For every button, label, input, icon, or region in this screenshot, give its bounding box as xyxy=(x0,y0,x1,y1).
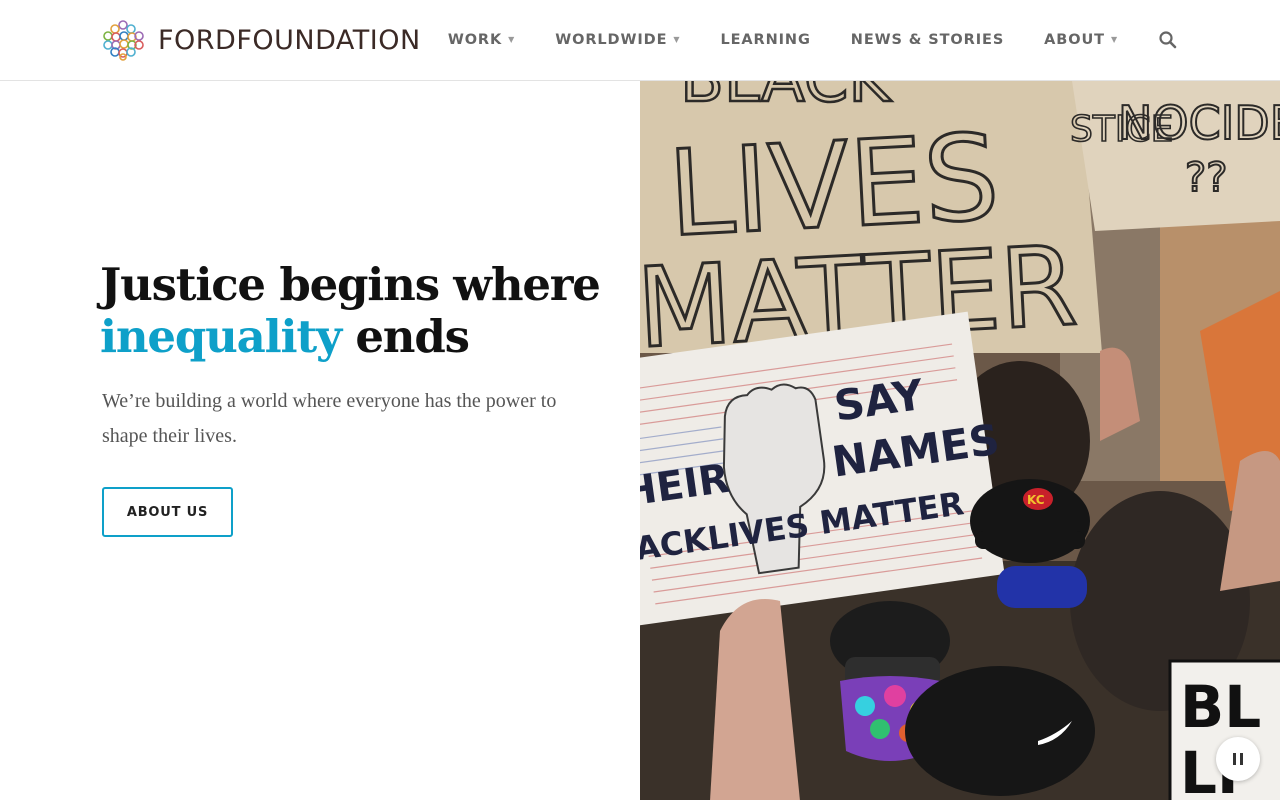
ford-foundation-logo[interactable]: FORDFOUNDATION xyxy=(102,19,421,61)
nav-item-work[interactable]: WORK ▼ xyxy=(448,32,515,48)
caret-down-icon: ▼ xyxy=(1110,34,1118,44)
search-icon[interactable] xyxy=(1158,30,1178,50)
caret-down-icon: ▼ xyxy=(508,34,516,44)
pause-video-button[interactable] xyxy=(1216,737,1260,781)
hero-headline: Justice begins where inequality ends xyxy=(100,258,601,363)
nav-item-label: NEWS & STORIES xyxy=(850,32,1005,48)
sign-corner-genocide: NOCIDE xyxy=(1118,96,1280,150)
headline-part1: Justice begins where xyxy=(100,258,601,311)
nav-item-worldwide[interactable]: WORLDWIDE ▼ xyxy=(555,32,680,48)
brand-name-light: FOUNDATION xyxy=(236,24,421,56)
headline-part2: ends xyxy=(355,310,470,363)
nav-item-label: WORK xyxy=(447,32,503,48)
brand-wordmark: FORDFOUNDATION xyxy=(158,27,421,54)
site-header: FORDFOUNDATION WORK ▼ WORLDWIDE ▼ LEARNI… xyxy=(0,0,1280,81)
pause-icon-bar xyxy=(1240,753,1243,765)
nav-item-label: LEARNING xyxy=(720,32,811,48)
sign-corner-question: ?? xyxy=(1185,155,1227,201)
pause-icon xyxy=(1233,753,1236,765)
caret-down-icon: ▼ xyxy=(673,34,681,44)
headline-accent: inequality xyxy=(100,310,342,363)
protest-photo: BLACK LIVES MATTER STICE NOCIDE ?? xyxy=(640,81,1280,800)
nav-item-about[interactable]: ABOUT ▼ xyxy=(1044,32,1118,48)
hero-text-panel: Justice begins where inequality ends We’… xyxy=(0,81,640,800)
ford-foundation-logo-mark-icon xyxy=(103,20,144,61)
about-us-button[interactable]: ABOUT US xyxy=(102,487,233,537)
sign-top-partial: BLACK xyxy=(680,81,892,117)
hero-video: BLACK LIVES MATTER STICE NOCIDE ?? xyxy=(640,81,1280,800)
nav-item-label: ABOUT xyxy=(1044,32,1105,48)
hero-subtext: We’re building a world where everyone ha… xyxy=(102,390,557,447)
brand-name-strong: FORD xyxy=(158,24,237,56)
nav-item-news-stories[interactable]: NEWS & STORIES xyxy=(851,32,1004,48)
sign-bottom-right-line1: BL xyxy=(1180,673,1261,741)
cap-logo: KC xyxy=(1027,493,1045,507)
nav-item-learning[interactable]: LEARNING xyxy=(720,32,810,48)
nav-item-label: WORLDWIDE xyxy=(555,32,668,48)
main-nav: WORK ▼ WORLDWIDE ▼ LEARNING NEWS & STORI… xyxy=(408,0,1178,80)
